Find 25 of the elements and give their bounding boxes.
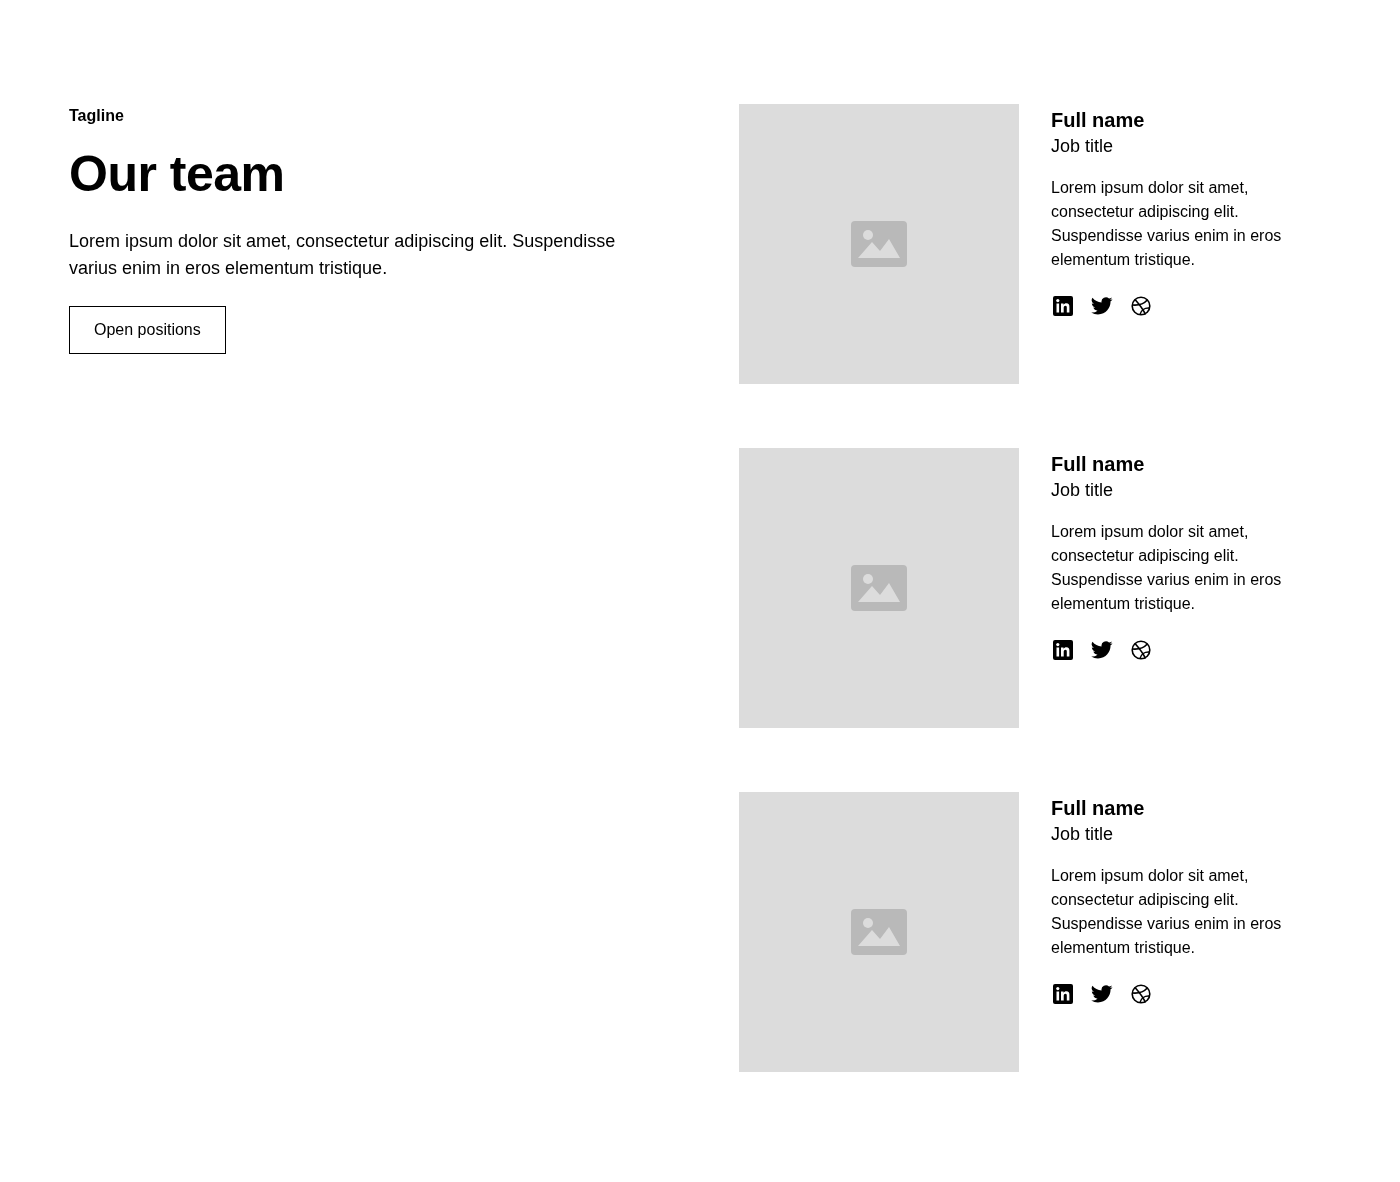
tagline: Tagline [69,106,125,126]
linkedin-icon[interactable] [1053,984,1073,1004]
linkedin-icon[interactable] [1053,640,1073,660]
bird-icon[interactable] [1091,641,1113,659]
job-title: Job title [1051,479,1115,502]
member-name: Full name [1051,796,1146,820]
member-name: Full name [1051,108,1146,132]
image-icon [851,221,907,267]
section-heading: Our team [69,145,286,204]
section-description: Lorem ipsum dolor sit amet, consectetur adipiscing elit. Suspendisse varius enim in eros elementum tristique. [69,230,617,280]
member-bio: Lorem ipsum dolor sit amet, consectetur adipiscing elit. Suspendisse varius enim in eros elementum tristique. [1051,866,1283,958]
job-title: Job title [1051,823,1115,846]
open-positions-button[interactable]: Open positions [69,306,226,354]
bird-icon[interactable] [1091,985,1113,1003]
member-name: Full name [1051,452,1146,476]
linkedin-icon[interactable] [1053,296,1073,316]
member-bio: Lorem ipsum dolor sit amet, consectetur adipiscing elit. Suspendisse varius enim in eros elementum tristique. [1051,178,1283,270]
basketball-icon[interactable] [1131,296,1151,316]
basketball-icon[interactable] [1131,640,1151,660]
image-icon [851,909,907,955]
basketball-icon[interactable] [1131,984,1151,1004]
image-icon [851,565,907,611]
bird-icon[interactable] [1091,297,1113,315]
job-title: Job title [1051,135,1115,158]
member-bio: Lorem ipsum dolor sit amet, consectetur adipiscing elit. Suspendisse varius enim in eros elementum tristique. [1051,522,1283,614]
